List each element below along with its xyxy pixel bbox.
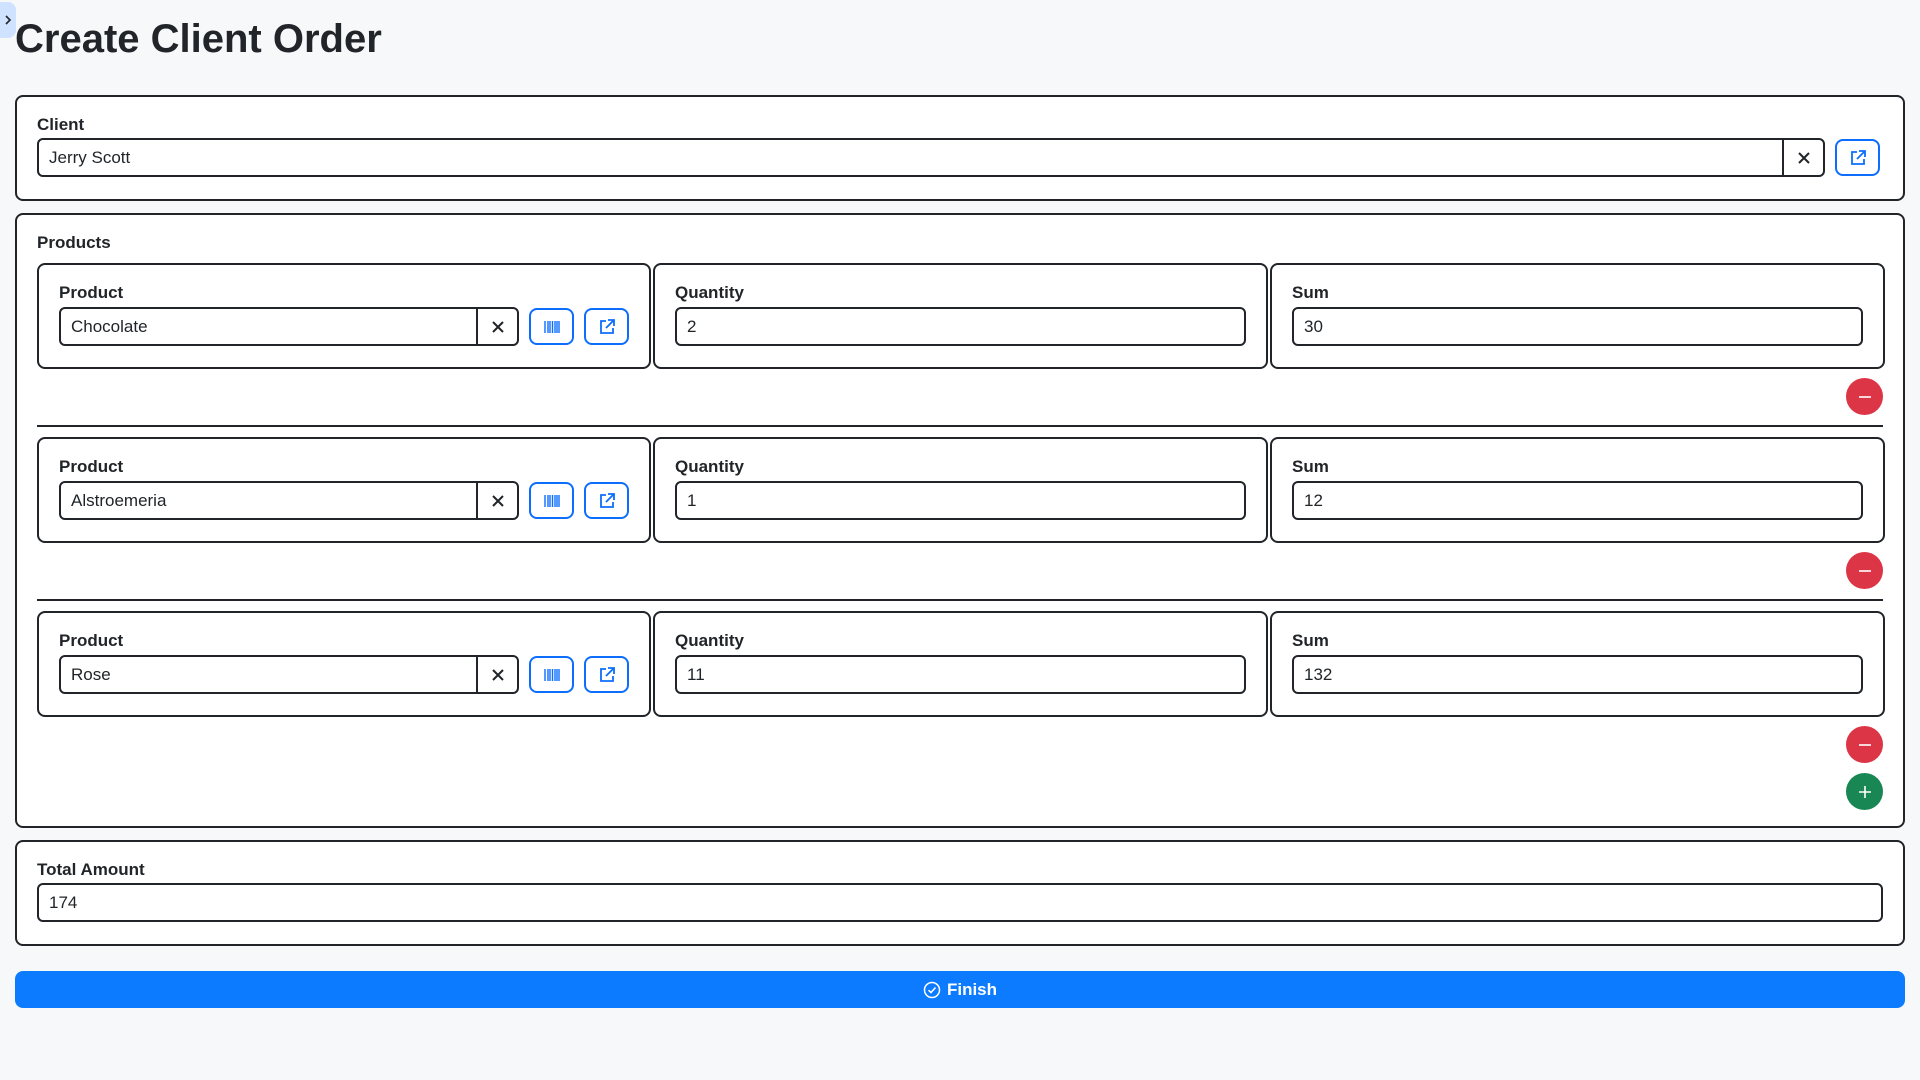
- external-link-icon: [599, 492, 615, 508]
- chevron-right-icon: [5, 15, 12, 25]
- minus-icon: [1858, 569, 1871, 572]
- barcode-scan-button[interactable]: [529, 656, 574, 693]
- minus-icon: [1858, 395, 1871, 398]
- sum-cell: Sum: [1270, 263, 1885, 369]
- close-icon: [491, 494, 504, 507]
- product-clear-button[interactable]: [476, 655, 519, 694]
- sum-label: Sum: [1292, 457, 1329, 476]
- sum-input[interactable]: [1292, 481, 1863, 520]
- total-section: Total Amount: [15, 840, 1905, 946]
- product-label: Product: [59, 283, 124, 302]
- quantity-label: Quantity: [675, 457, 744, 476]
- remove-row: [37, 369, 1883, 425]
- product-clear-button[interactable]: [476, 481, 519, 520]
- external-link-icon: [599, 666, 615, 682]
- product-input[interactable]: [59, 655, 478, 694]
- finish-button[interactable]: Finish: [15, 971, 1905, 1008]
- close-icon: [491, 320, 504, 333]
- product-row: Product Quanti: [37, 611, 1885, 717]
- close-icon: [1797, 151, 1810, 164]
- remove-product-button[interactable]: [1846, 726, 1883, 763]
- row-actions: [37, 717, 1883, 817]
- product-open-button[interactable]: [584, 482, 629, 519]
- plus-icon: [1858, 785, 1871, 798]
- quantity-cell: Quantity: [653, 263, 1268, 369]
- client-input[interactable]: [37, 138, 1784, 177]
- close-icon: [491, 668, 504, 681]
- barcode-scan-button[interactable]: [529, 482, 574, 519]
- sidebar-toggle-button[interactable]: [0, 2, 16, 38]
- sum-label: Sum: [1292, 283, 1329, 302]
- products-section: Products Product Chocolate Quantity 2 Su…: [15, 213, 1905, 828]
- product-label: Product: [59, 631, 124, 650]
- external-link-icon: [1850, 149, 1866, 165]
- sum-input[interactable]: [1292, 307, 1863, 346]
- remove-product-button[interactable]: [1846, 552, 1883, 589]
- product-cell: Product: [37, 437, 651, 543]
- sum-input[interactable]: [1292, 655, 1863, 694]
- page-title: Create Client Order: [15, 17, 382, 61]
- product-row: Product Quanti: [37, 263, 1885, 369]
- main-content: Create Client Order Client Products Prod…: [15, 0, 1905, 1008]
- check-circle-icon: [923, 981, 941, 998]
- client-section: Client: [15, 95, 1905, 201]
- barcode-icon: [543, 320, 560, 333]
- total-label: Total Amount: [37, 860, 145, 879]
- barcode-icon: [543, 668, 560, 681]
- quantity-cell: Quantity: [653, 437, 1268, 543]
- client-label: Client: [37, 115, 85, 134]
- quantity-label: Quantity: [675, 631, 744, 650]
- sum-label: Sum: [1292, 631, 1329, 650]
- product-row: Product Quanti: [37, 437, 1885, 543]
- product-cell: Product: [37, 263, 651, 369]
- client-clear-button[interactable]: [1782, 138, 1825, 177]
- finish-label: Finish: [946, 979, 998, 999]
- quantity-input[interactable]: [675, 655, 1246, 694]
- add-product-button[interactable]: [1846, 773, 1883, 810]
- product-clear-button[interactable]: [476, 307, 519, 346]
- external-link-icon: [599, 318, 615, 334]
- client-open-button[interactable]: [1835, 139, 1880, 176]
- quantity-input[interactable]: [675, 307, 1246, 346]
- quantity-input[interactable]: [675, 481, 1246, 520]
- barcode-scan-button[interactable]: [529, 308, 574, 345]
- barcode-icon: [543, 494, 560, 507]
- divider: [37, 599, 1883, 601]
- client-input-group: [37, 138, 1825, 177]
- quantity-label: Quantity: [675, 283, 744, 302]
- products-label: Products: [37, 233, 111, 252]
- minus-icon: [1858, 743, 1871, 746]
- product-label: Product: [59, 457, 124, 476]
- sum-cell: Sum: [1270, 437, 1885, 543]
- product-input[interactable]: [59, 481, 478, 520]
- product-open-button[interactable]: [584, 308, 629, 345]
- remove-product-button[interactable]: [1846, 378, 1883, 415]
- remove-row: [37, 543, 1883, 599]
- sum-cell: Sum: [1270, 611, 1885, 717]
- quantity-cell: Quantity: [653, 611, 1268, 717]
- divider: [37, 425, 1883, 427]
- total-amount-input[interactable]: [37, 883, 1883, 922]
- product-cell: Product: [37, 611, 651, 717]
- product-open-button[interactable]: [584, 656, 629, 693]
- product-input[interactable]: [59, 307, 478, 346]
